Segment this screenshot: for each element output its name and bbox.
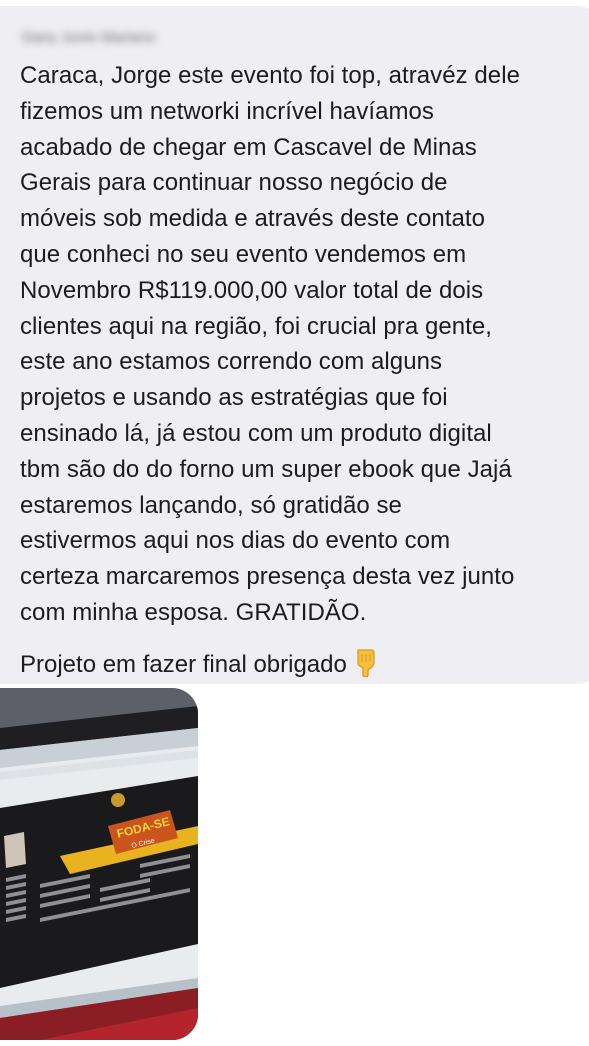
message-line: certeza marcaremos presença desta vez ju… <box>20 563 515 591</box>
message-line: projetos e usando as estratégias que foi <box>20 384 448 412</box>
message-line: Gerais para continuar nosso negócio de <box>20 169 448 197</box>
message-line: que conheci no seu evento vendemos em <box>20 240 467 268</box>
sender-name[interactable]: Dany Junio Mariano <box>22 26 234 50</box>
message-line: este ano estamos correndo com alguns <box>20 348 443 376</box>
message-line: com minha esposa. GRATIDÃO. <box>20 598 367 626</box>
message-text: Caraca, Jorge este evento foi top, atrav… <box>20 58 589 631</box>
message-bubble[interactable]: Dany Junio Mariano Caraca, Jorge este ev… <box>0 6 589 684</box>
closing-text: Projeto em fazer final obrigado <box>20 651 347 678</box>
message-line: Caraca, Jorge este evento foi top, atrav… <box>20 62 520 89</box>
message-line: fizemos um networki incrível havíamos <box>20 97 434 125</box>
message-line: clientes aqui na região, foi crucial pra… <box>20 312 492 340</box>
message-line: Novembro R$119.000,00 valor total de doi… <box>20 276 484 304</box>
message-line: tbm são do do forno um super ebook que J… <box>20 455 512 483</box>
pointing-down-hand-icon <box>353 647 377 688</box>
message-line: estaremos lançando, só gratidão se <box>20 491 402 519</box>
message-line: móveis sob medida e através deste contat… <box>20 205 485 233</box>
message-closing-line: Projeto em fazer final obrigado <box>20 642 580 683</box>
message-line: acabado de chegar em Cascavel de Minas <box>20 133 477 161</box>
message-line: estivermos aqui nos dias do evento com <box>20 527 451 555</box>
message-line: ensinado lá, já estou com um produto dig… <box>20 419 492 447</box>
attached-photo[interactable]: FODA-SE O Crise <box>0 688 198 1040</box>
